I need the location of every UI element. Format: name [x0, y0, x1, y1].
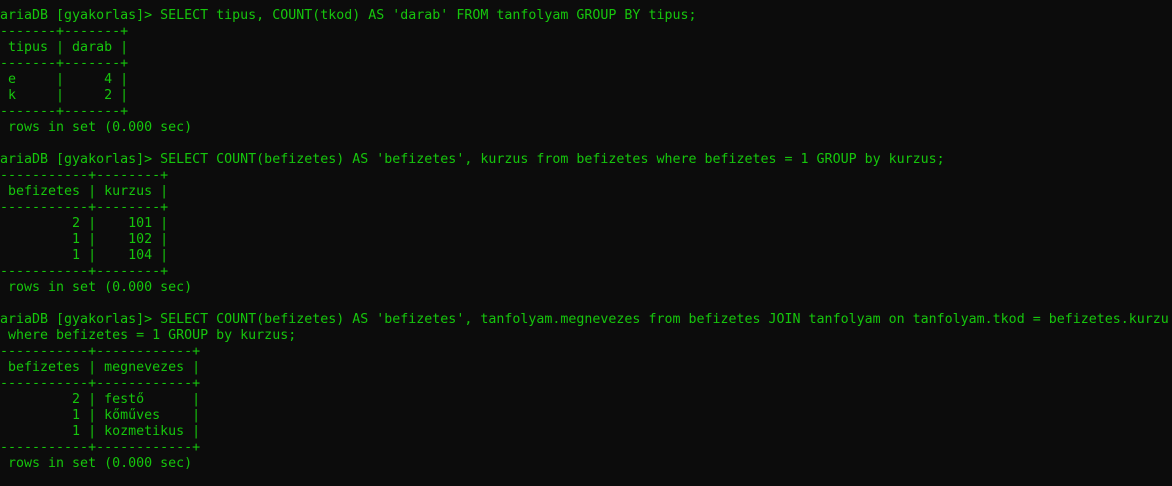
- table-header: | befizetes | megnevezes |: [0, 360, 201, 375]
- result-summary: 2 rows in set (0.000 sec): [0, 120, 193, 135]
- table-border: +-----------+--------+: [0, 168, 169, 183]
- prompt-line: MariaDB [gyakorlas]> SELECT COUNT(befize…: [0, 312, 1169, 327]
- table-border: +-----------+--------+: [0, 200, 169, 215]
- table-border: +-----------+------------+: [0, 376, 201, 391]
- table-row: | e | 4 |: [0, 72, 129, 87]
- table-row: | 1 | 102 |: [0, 232, 169, 247]
- table-row: | k | 2 |: [0, 88, 129, 103]
- table-border: +-----------+--------+: [0, 264, 169, 279]
- table-row: | 1 | 104 |: [0, 248, 169, 263]
- result-summary: 3 rows in set (0.000 sec): [0, 280, 193, 295]
- terminal-window[interactable]: MariaDB [gyakorlas]> SELECT tipus, COUNT…: [0, 8, 1172, 486]
- table-border: +-------+-------+: [0, 24, 129, 39]
- table-border: +-------+-------+: [0, 56, 129, 71]
- table-row: | 1 | kozmetikus |: [0, 424, 201, 439]
- table-row: | 1 | kőműves |: [0, 408, 201, 423]
- table-border: +-----------+------------+: [0, 440, 201, 455]
- table-header: | tipus | darab |: [0, 40, 129, 55]
- table-header: | befizetes | kurzus |: [0, 184, 169, 199]
- table-border: +-------+-------+: [0, 104, 129, 119]
- table-border: +-----------+------------+: [0, 344, 201, 359]
- prompt-line: MariaDB [gyakorlas]> SELECT tipus, COUNT…: [0, 8, 697, 23]
- table-row: | 2 | 101 |: [0, 216, 169, 231]
- result-summary: 3 rows in set (0.000 sec): [0, 456, 193, 471]
- table-row: | 2 | festő |: [0, 392, 201, 407]
- prompt-line: MariaDB [gyakorlas]> SELECT COUNT(befize…: [0, 152, 945, 167]
- prompt-continuation-line: s where befizetes = 1 GROUP by kurzus;: [0, 328, 297, 343]
